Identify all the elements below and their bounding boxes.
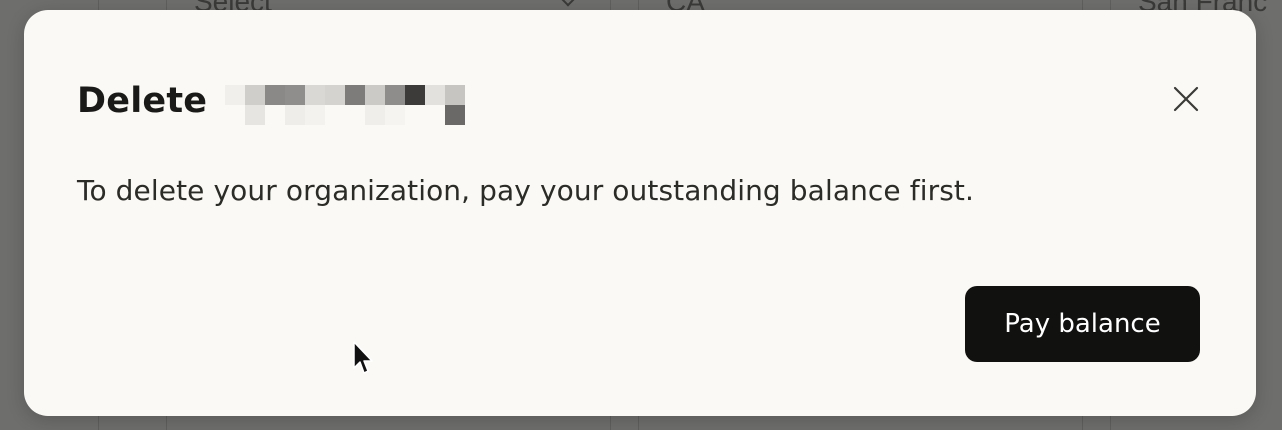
delete-organization-dialog: Delete To delete your organization, pay … [24,10,1256,416]
mouse-cursor-icon [352,340,374,376]
dialog-title: Delete [77,81,208,121]
redacted-organization-name [225,85,466,125]
close-icon [1167,80,1205,118]
close-button[interactable] [1167,80,1205,118]
chevron-down-icon [559,0,577,7]
pay-balance-button[interactable]: Pay balance [965,286,1200,362]
dialog-message: To delete your organization, pay your ou… [77,174,974,207]
dialog-header: Delete [77,76,466,126]
